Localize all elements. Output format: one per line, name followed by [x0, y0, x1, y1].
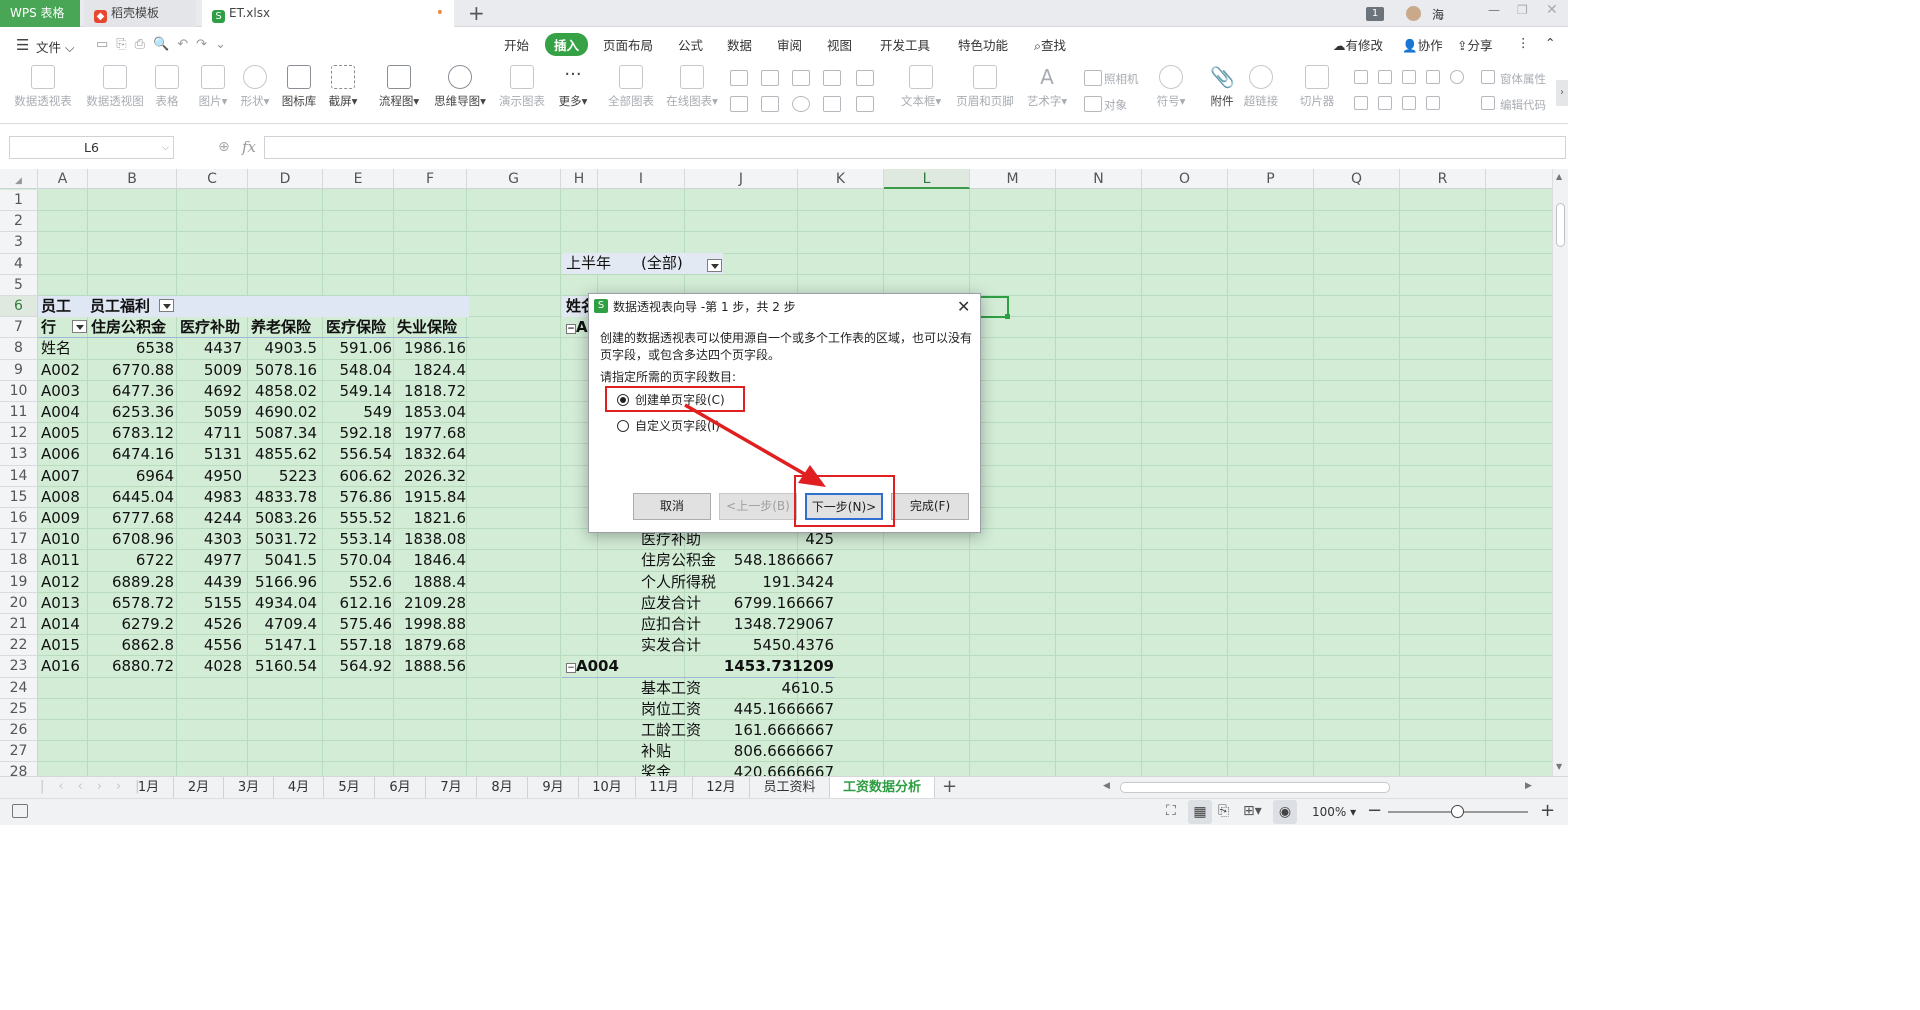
sheet-tab[interactable]: 11月 — [636, 777, 693, 799]
scroll-down-icon[interactable]: ▼ — [1556, 762, 1562, 771]
page-break-view-icon[interactable]: ⎘ — [1218, 803, 1229, 819]
sheet-tab[interactable]: 7月 — [426, 777, 477, 799]
zoom-slider-thumb[interactable] — [1451, 805, 1464, 818]
normal-view-icon[interactable]: ▦ — [1188, 800, 1212, 824]
vertical-scroll-thumb[interactable] — [1556, 203, 1565, 247]
sheet-tab[interactable]: 1月 — [124, 777, 174, 799]
sheet-tab[interactable]: 9月 — [528, 777, 579, 799]
sheet-tab[interactable]: 员工资料 — [750, 777, 830, 799]
scroll-right-icon[interactable]: ▶ — [1525, 781, 1532, 791]
scroll-up-icon[interactable]: ▲ — [1556, 172, 1562, 181]
sheet-tab[interactable]: 4月 — [274, 777, 324, 799]
macro-record-icon[interactable] — [12, 804, 28, 818]
reading-mode-icon[interactable]: ⊞▾ — [1243, 803, 1262, 819]
scroll-left-icon[interactable]: ◀ — [1103, 781, 1110, 791]
zoom-in-icon[interactable]: + — [1540, 800, 1555, 821]
sheet-tab[interactable]: 6月 — [375, 777, 426, 799]
vertical-scrollbar[interactable]: ▲ ▼ — [1552, 169, 1568, 776]
sheet-tab[interactable]: 2月 — [174, 777, 224, 799]
sheet-tab[interactable]: 8月 — [477, 777, 528, 799]
sheet-tab[interactable]: 工资数据分析 — [830, 777, 935, 799]
sheet-tab[interactable]: 5月 — [324, 777, 375, 799]
sheet-tab-bar: |‹‹››| 1月 2月 3月 4月 5月 6月 7月 8月 9月 10月 11月 12月 员工资料 工资… — [0, 776, 1568, 799]
eye-protection-icon[interactable]: ◉ — [1273, 800, 1297, 824]
sheet-tab[interactable]: 10月 — [579, 777, 636, 799]
zoom-level[interactable]: 100% ▾ — [1312, 805, 1356, 819]
sheet-tab[interactable]: 3月 — [224, 777, 274, 799]
fullscreen-icon[interactable]: ⛶ — [1166, 803, 1176, 819]
status-bar: ⛶ ▦ ⎘ ⊞▾ ◉ 100% ▾ − + — [0, 798, 1568, 825]
zoom-out-icon[interactable]: − — [1367, 800, 1382, 821]
add-sheet-button[interactable]: + — [942, 776, 957, 797]
horizontal-scroll-thumb[interactable] — [1120, 782, 1390, 793]
annotation-arrow — [684, 403, 826, 487]
sheet-tab[interactable]: 12月 — [693, 777, 750, 799]
